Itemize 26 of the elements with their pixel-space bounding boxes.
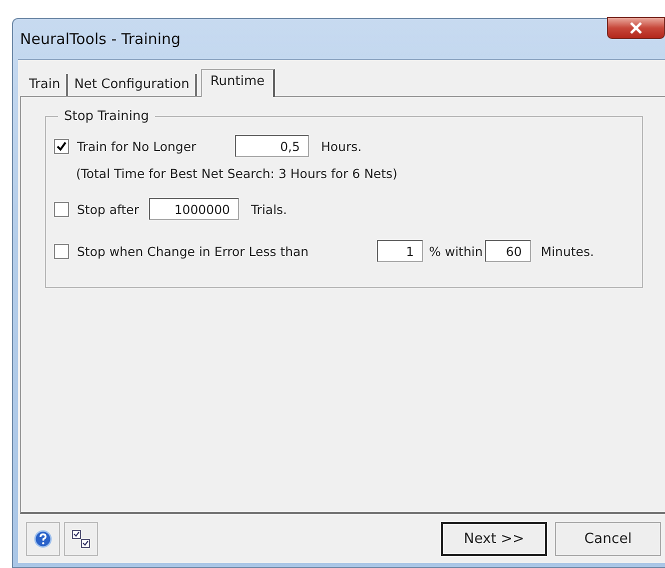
dialog-button[interactable]: Cancel [555, 522, 661, 556]
dialog-button[interactable]: Next >> [441, 522, 547, 556]
checkbox[interactable] [54, 202, 69, 216]
checkboxes-icon [71, 529, 91, 549]
option-label: Stop when Change in Error Less than [77, 244, 310, 258]
group-title: Stop Training [63, 109, 150, 124]
close-icon [629, 22, 643, 34]
input-field[interactable]: 0,5 [235, 135, 309, 157]
unit-label: Minutes. [540, 244, 594, 258]
tab[interactable]: Runtime [201, 69, 275, 97]
checkbox[interactable] [54, 138, 69, 154]
unit-label: Hours. [321, 138, 362, 154]
unit-label: Trials. [251, 202, 288, 216]
option-label: Stop after [77, 202, 140, 216]
window-title: NeuralTools - Training [19, 30, 181, 48]
help-button[interactable] [26, 522, 60, 556]
unit-label: % within [429, 244, 483, 258]
note-text: (Total Time for Best Net Search: 3 Hours for 6 Nets) [76, 166, 398, 181]
input-field[interactable]: 1 [377, 240, 423, 262]
option-label: Train for No Longer [77, 138, 198, 154]
checkbox[interactable] [54, 244, 69, 258]
options-button[interactable] [64, 522, 98, 556]
input-field[interactable]: 60 [484, 240, 531, 262]
input-field[interactable]: 1000000 [149, 198, 239, 220]
close-button[interactable] [607, 17, 665, 39]
help-icon [34, 530, 52, 548]
